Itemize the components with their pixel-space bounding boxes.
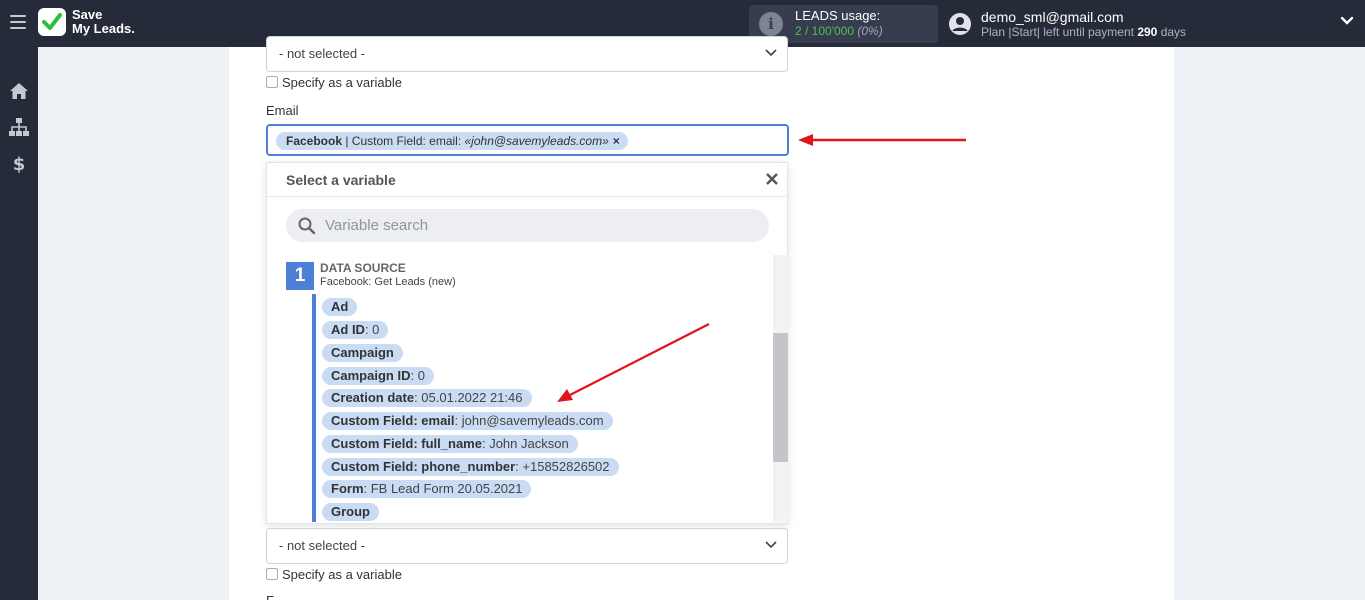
user-email[interactable]: demo_sml@gmail.com <box>981 9 1124 25</box>
select-value: - not selected - <box>279 46 365 61</box>
dollar-icon[interactable]: $ <box>9 153 29 173</box>
logo-text[interactable]: Save My Leads. <box>72 8 135 36</box>
chevron-down-icon <box>765 49 777 57</box>
source-bar <box>312 294 316 522</box>
specify-variable-checkbox[interactable] <box>266 76 278 88</box>
variable-name: Ad ID <box>331 322 365 337</box>
variable-name: Creation date <box>331 390 415 405</box>
bottom-field-select[interactable]: - not selected - <box>266 528 788 564</box>
variable-value: : FB Lead Form 20.05.2021 <box>363 481 523 496</box>
variable-value: : 0 <box>410 368 425 383</box>
variable-name: Form <box>331 481 364 496</box>
variable-chip[interactable]: Campaign ID: 0 <box>322 367 434 385</box>
usage-count: 2 / 100'000 <box>795 24 855 38</box>
specify-variable-label: Specify as a variable <box>282 74 402 90</box>
dropdown-scrollbar-thumb[interactable] <box>773 333 788 462</box>
variable-chip[interactable]: Custom Field: phone_number: +15852826502 <box>322 458 619 476</box>
user-plan: Plan |Start| left until payment 290 days <box>981 25 1186 39</box>
annotation-arrow-icon <box>557 323 710 402</box>
variable-value: : +15852826502 <box>515 459 610 474</box>
logo-line-2: My Leads. <box>72 21 135 36</box>
dropdown-title: Select a variable <box>286 172 396 188</box>
email-field[interactable]: Facebook | Custom Field: email: «john@sa… <box>266 124 789 156</box>
email-field-label: Email <box>266 103 299 118</box>
variable-name: Campaign ID <box>331 368 411 383</box>
variable-chip[interactable]: Campaign <box>322 344 403 362</box>
annotation-arrow-icon <box>798 134 966 146</box>
variable-value: : 05.01.2022 21:46 <box>414 390 523 405</box>
close-icon[interactable] <box>765 172 779 186</box>
source-number-badge: 1 <box>286 262 314 290</box>
plan-text: Plan |Start| left until payment <box>981 25 1134 39</box>
dropdown-header: Select a variable <box>267 163 787 197</box>
variable-chip[interactable]: Ad ID: 0 <box>322 321 389 339</box>
email-variable-tag: Facebook | Custom Field: email: «john@sa… <box>276 132 628 150</box>
chevron-down-icon <box>765 541 777 549</box>
variable-name: Custom Field: full_name <box>331 436 482 451</box>
variable-value: : john@savemyleads.com <box>454 413 604 428</box>
user-avatar-icon[interactable] <box>948 12 972 36</box>
specify-variable-row: Specify as a variable <box>266 74 402 90</box>
tag-value: «john@savemyleads.com» <box>464 134 609 148</box>
usage-label: LEADS usage: <box>795 8 881 23</box>
select-value: - not selected - <box>279 538 365 553</box>
variable-search-input[interactable]: Variable search <box>286 209 769 242</box>
top-field-select[interactable]: - not selected - <box>266 36 788 72</box>
source-subtitle: Facebook: Get Leads (new) <box>320 276 456 288</box>
next-field-label: F <box>266 593 274 600</box>
variable-name: Group <box>331 504 370 519</box>
usage-value: 2 / 100'000 (0%) <box>795 24 883 38</box>
variable-name: Ad <box>331 299 349 314</box>
sidebar: $ <box>0 47 38 600</box>
home-icon[interactable] <box>9 81 29 101</box>
variable-value: : John Jackson <box>481 436 569 451</box>
logo-check-icon[interactable] <box>38 8 66 36</box>
variable-chip[interactable]: Custom Field: email: john@savemyleads.co… <box>322 412 613 430</box>
variable-chip[interactable]: Group <box>322 503 379 521</box>
search-placeholder: Variable search <box>325 217 429 234</box>
source-title: DATA SOURCE <box>320 261 406 275</box>
search-icon <box>298 217 316 235</box>
days-left: 290 <box>1137 25 1158 39</box>
variable-chip[interactable]: Custom Field: full_name: John Jackson <box>322 435 578 453</box>
bottom-specify-variable-row: Specify as a variable <box>266 566 402 582</box>
chevron-down-icon[interactable] <box>1340 16 1354 26</box>
days-suffix: days <box>1160 25 1187 39</box>
tag-source: Facebook <box>286 134 343 148</box>
specify-variable-label: Specify as a variable <box>282 566 402 582</box>
variable-chip[interactable]: Creation date: 05.01.2022 21:46 <box>322 389 532 407</box>
svg-text:$: $ <box>13 154 26 173</box>
variable-name: Custom Field: phone_number <box>331 459 516 474</box>
variable-name: Campaign <box>331 345 394 360</box>
sitemap-icon[interactable] <box>9 117 29 137</box>
variable-name: Custom Field: email <box>331 413 455 428</box>
variable-chip[interactable]: Form: FB Lead Form 20.05.2021 <box>322 480 532 498</box>
specify-variable-checkbox[interactable] <box>266 568 278 580</box>
tag-field: | Custom Field: email: <box>342 134 465 148</box>
info-icon: i <box>759 12 783 36</box>
logo-line-1: Save <box>72 7 103 22</box>
variable-chip[interactable]: Ad <box>322 298 358 316</box>
hamburger-menu-icon[interactable] <box>10 15 26 29</box>
variable-value: : 0 <box>364 322 380 337</box>
tag-remove-icon[interactable]: × <box>613 134 620 148</box>
usage-percent: (0%) <box>857 24 883 38</box>
